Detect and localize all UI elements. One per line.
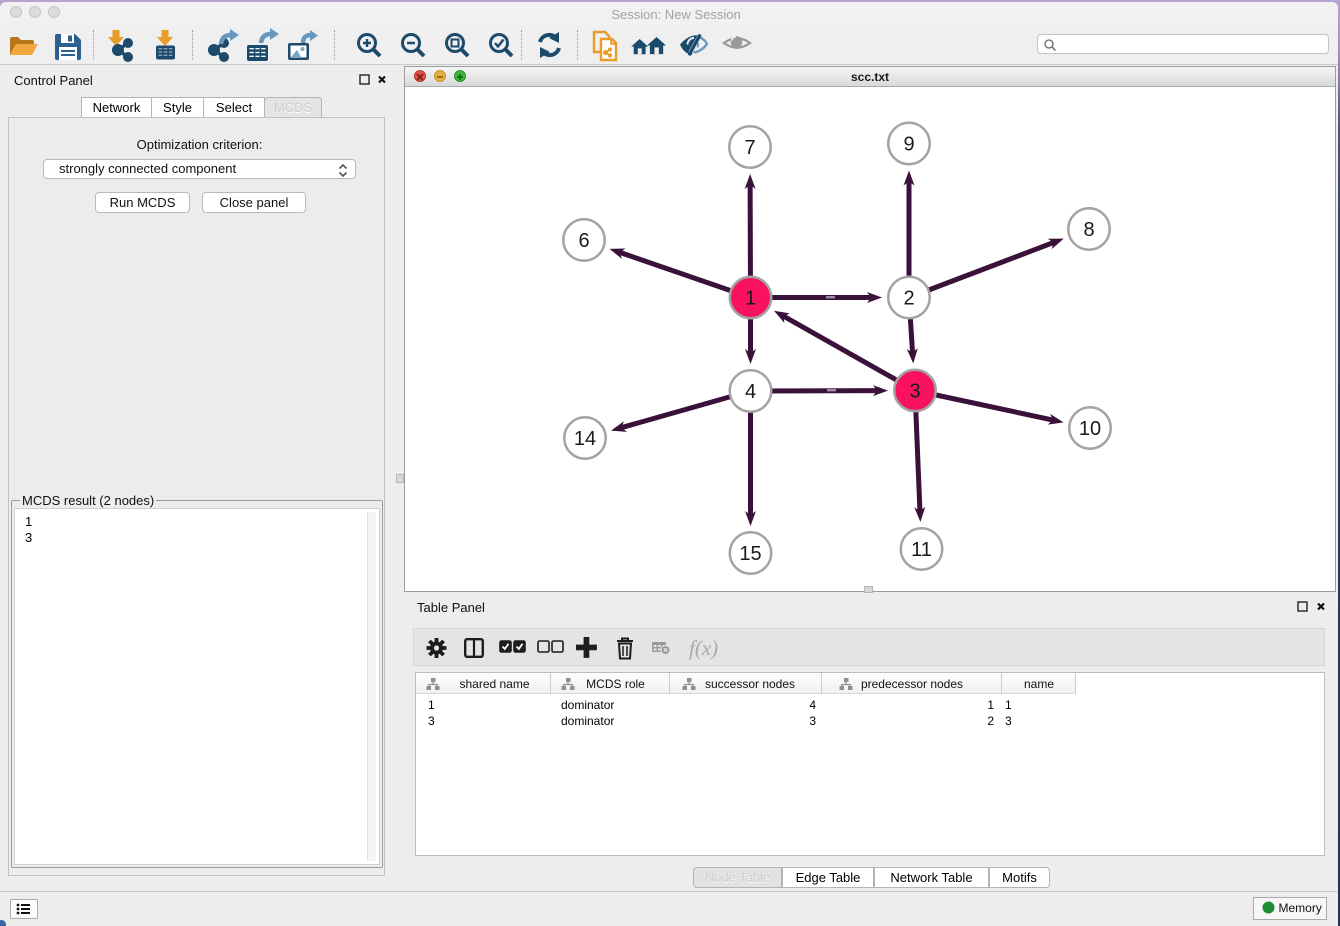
svg-text:4: 4	[745, 381, 756, 403]
svg-text:14: 14	[574, 428, 596, 450]
svg-text:f(x): f(x)	[689, 636, 718, 660]
svg-text:15: 15	[739, 543, 761, 565]
svg-text:2: 2	[903, 288, 914, 310]
svg-text:9: 9	[903, 134, 914, 156]
svg-text:1: 1	[745, 288, 756, 310]
svg-text:8: 8	[1083, 219, 1094, 241]
svg-text:3: 3	[909, 381, 920, 403]
svg-text:7: 7	[744, 137, 755, 159]
svg-text:11: 11	[911, 539, 932, 561]
svg-text:6: 6	[578, 230, 589, 252]
svg-text:10: 10	[1079, 418, 1101, 440]
